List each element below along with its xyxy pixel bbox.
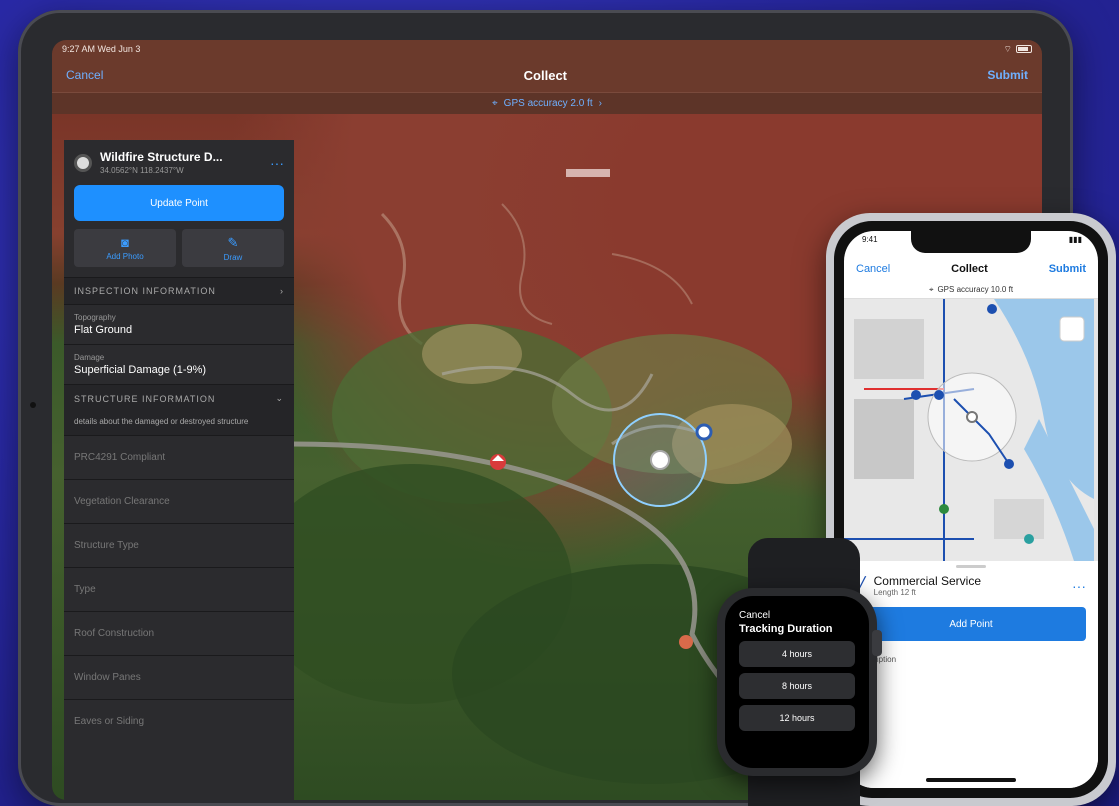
draw-label: Draw (223, 252, 243, 262)
add-photo-button[interactable]: ◙ Add Photo (74, 229, 176, 267)
watch-cancel-button[interactable]: Cancel (739, 610, 855, 621)
feature-title: Wildfire Structure D... (100, 150, 223, 164)
phone-nav-bar: Cancel Collect Submit (844, 257, 1098, 281)
chevron-right-icon: › (280, 286, 284, 296)
gps-icon: ⌖ (928, 284, 934, 294)
phone-feature-name: Commercial Service (873, 574, 981, 588)
status-time: 9:27 AM Wed Jun 3 (62, 44, 141, 54)
field-roof-construction[interactable]: Roof Construction (64, 611, 294, 655)
field-type[interactable]: Type (64, 567, 294, 611)
battery-icon (1016, 45, 1032, 53)
gps-accuracy-bar[interactable]: ⌖ GPS accuracy 2.0 ft › (52, 92, 1042, 114)
submit-button[interactable]: Submit (987, 68, 1028, 82)
field-prc4291[interactable]: PRC4291 Compliant (64, 435, 294, 479)
phone-submit-button[interactable]: Submit (1049, 263, 1086, 275)
field-damage[interactable]: Damage Superficial Damage (1-9%) (64, 344, 294, 384)
update-point-button[interactable]: Update Point (74, 185, 284, 221)
phone-field-value: New (856, 664, 1086, 674)
field-structure-type[interactable]: Structure Type (64, 523, 294, 567)
feature-panel: Wildfire Structure D... 34.0562°N 118.24… (64, 140, 294, 800)
more-options-icon[interactable]: ··· (270, 155, 284, 171)
phone-feature-length: Length 12 ft (873, 588, 916, 597)
field-value: Superficial Damage (1-9%) (74, 364, 207, 376)
field-label: Topography (74, 313, 116, 322)
section-hint: details about the damaged or destroyed s… (64, 412, 294, 435)
iphone-screen: 9:41 ▮▮▮ Cancel Collect Submit ⌖ GPS acc… (844, 231, 1098, 788)
status-bar: 9:27 AM Wed Jun 3 ⌔ (52, 40, 1042, 58)
phone-status-time: 9:41 (862, 235, 878, 244)
field-topography[interactable]: Topography Flat Ground (64, 304, 294, 344)
top-nav-bar: Cancel Collect Submit (52, 58, 1042, 92)
section-title: STRUCTURE INFORMATION (74, 393, 216, 404)
chevron-down-icon: ⌄ (275, 393, 284, 403)
add-point-button[interactable]: Add Point (856, 607, 1086, 641)
field-window-panes[interactable]: Window Panes (64, 655, 294, 699)
feature-coordinates: 34.0562°N 118.2437°W (100, 166, 184, 175)
watch-device: Cancel Tracking Duration 4 hours 8 hours… (717, 588, 877, 776)
panel-actions: ◙ Add Photo ✎ Draw (64, 229, 294, 277)
gps-accuracy-text: GPS accuracy 2.0 ft (503, 98, 593, 109)
section-title: INSPECTION INFORMATION (74, 286, 216, 296)
cancel-button[interactable]: Cancel (66, 68, 103, 82)
field-eaves-siding[interactable]: Eaves or Siding (64, 699, 294, 743)
more-options-icon[interactable]: ··· (1072, 578, 1086, 594)
home-indicator[interactable] (926, 778, 1016, 782)
phone-gps-text: GPS accuracy 10.0 ft (937, 285, 1014, 294)
watch-digital-crown[interactable] (872, 630, 882, 656)
phone-field-description[interactable]: Description New (844, 651, 1098, 678)
field-label: Damage (74, 353, 105, 362)
section-structure-information[interactable]: STRUCTURE INFORMATION ⌄ (64, 384, 294, 412)
phone-feature-header: ╱ Commercial Service Length 12 ft ··· (844, 574, 1098, 597)
phone-map-view[interactable] (844, 299, 1098, 561)
phone-field-label: Description (856, 655, 1086, 664)
add-photo-label: Add Photo (106, 252, 144, 261)
phone-feature-sheet: ╱ Commercial Service Length 12 ft ··· Ad… (844, 561, 1098, 788)
phone-status-bar: 9:41 ▮▮▮ (862, 235, 1082, 244)
pencil-icon: ✎ (227, 234, 239, 250)
status-icons: ⌔ (1004, 44, 1032, 55)
draw-button[interactable]: ✎ Draw (182, 229, 284, 267)
watch-title: Tracking Duration (739, 623, 833, 635)
feature-symbol-icon (74, 153, 92, 172)
phone-page-title: Collect (951, 263, 988, 275)
sheet-drag-handle[interactable] (956, 565, 986, 568)
field-value: Flat Ground (74, 324, 133, 336)
chevron-right-icon: › (598, 98, 602, 109)
gps-icon: ⌖ (492, 98, 498, 109)
phone-cancel-button[interactable]: Cancel (856, 263, 890, 275)
field-vegetation-clearance[interactable]: Vegetation Clearance (64, 479, 294, 523)
page-title: Collect (523, 67, 568, 83)
section-inspection-information[interactable]: INSPECTION INFORMATION › (64, 277, 294, 304)
watch-option-12-hours[interactable]: 12 hours (739, 705, 855, 731)
watch-option-8-hours[interactable]: 8 hours (739, 673, 855, 699)
ipad-camera (30, 402, 36, 408)
wifi-icon: ⌔ (1003, 43, 1012, 54)
phone-map-features (844, 299, 1094, 561)
panel-header: Wildfire Structure D... 34.0562°N 118.24… (64, 140, 294, 183)
watch-option-4-hours[interactable]: 4 hours (739, 641, 855, 667)
camera-icon: ◙ (121, 235, 129, 250)
battery-icon: ▮▮▮ (1068, 235, 1082, 244)
watch-screen: Cancel Tracking Duration 4 hours 8 hours… (725, 596, 869, 768)
phone-gps-bar[interactable]: ⌖ GPS accuracy 10.0 ft (844, 281, 1098, 299)
